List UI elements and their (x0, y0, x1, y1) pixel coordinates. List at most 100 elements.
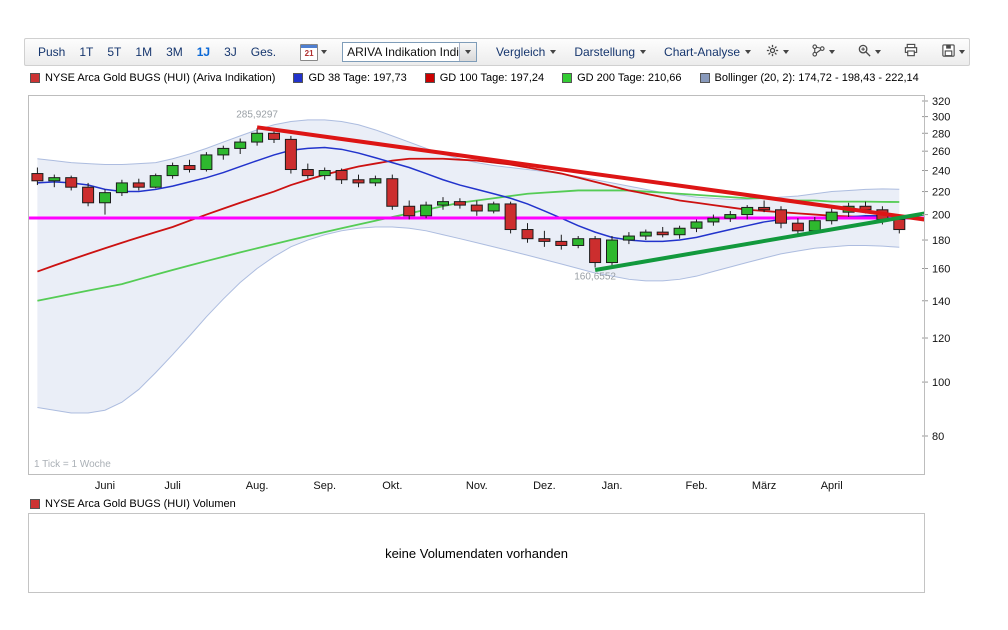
menu-chart-analyse[interactable]: Chart-Analyse (655, 43, 760, 61)
caret-down-icon (640, 50, 646, 54)
svg-text:Dez.: Dez. (533, 480, 556, 492)
legend-item-gd200: GD 200 Tage: 210,66 (562, 72, 681, 84)
svg-text:April: April (821, 480, 843, 492)
candle (894, 219, 905, 229)
candle (83, 187, 94, 203)
toolbar: Push 1T 5T 1M 3M 1J 3J Ges. 21 ARIVA Ind… (24, 38, 970, 66)
floppy-icon (941, 43, 956, 61)
caret-down-icon (745, 50, 751, 54)
price-chart[interactable]: 285,9297160,65521 Tick = 1 Woche32030028… (28, 95, 988, 495)
candle (404, 206, 415, 216)
candle (488, 204, 499, 211)
legend-swatch (293, 73, 303, 83)
candle (590, 239, 601, 263)
indicator-select-value: ARIVA Indikation Indi (343, 45, 459, 59)
svg-text:240: 240 (932, 166, 950, 178)
legend-swatch (30, 499, 40, 509)
save-button[interactable] (936, 41, 970, 63)
print-button[interactable] (898, 41, 924, 63)
candle (556, 241, 567, 245)
x-axis: JuniJuliAug.Sep.Okt.Nov.Dez.Jan.Feb.März… (95, 480, 843, 492)
legend-item-gd100: GD 100 Tage: 197,24 (425, 72, 544, 84)
timeframe-3m-button[interactable]: 3M (159, 43, 190, 61)
candle (66, 178, 77, 188)
candle (826, 212, 837, 221)
indicator-select[interactable]: ARIVA Indikation Indi (342, 42, 477, 62)
svg-text:120: 120 (932, 333, 950, 345)
timeframe-3j-button[interactable]: 3J (217, 43, 244, 61)
printer-icon (903, 43, 919, 61)
svg-text:200: 200 (932, 210, 950, 222)
candle (640, 232, 651, 236)
candle (167, 166, 178, 176)
svg-text:300: 300 (932, 112, 950, 124)
indicators-button[interactable] (806, 41, 840, 63)
candle (539, 239, 550, 242)
legend-label: NYSE Arca Gold BUGS (HUI) (Ariva Indikat… (45, 72, 275, 84)
candle (776, 210, 787, 223)
date-range-button[interactable]: 21 (295, 42, 332, 63)
svg-text:Feb.: Feb. (685, 480, 707, 492)
nodes-icon (811, 43, 826, 61)
candle (691, 222, 702, 228)
legend-swatch (700, 73, 710, 83)
timeframe-1j-button[interactable]: 1J (190, 43, 217, 61)
candle (522, 230, 533, 239)
timeframe-5t-button[interactable]: 5T (100, 43, 128, 61)
menu-vergleich-label: Vergleich (496, 45, 545, 59)
settings-button[interactable] (760, 41, 794, 63)
legend-label: GD 38 Tage: 197,73 (308, 72, 406, 84)
price-chart-area: 285,9297160,65521 Tick = 1 Woche32030028… (28, 95, 988, 500)
candle (269, 133, 280, 139)
caret-down-icon (829, 50, 835, 54)
legend-item-gd38: GD 38 Tage: 197,73 (293, 72, 406, 84)
candle (725, 215, 736, 219)
candle (438, 202, 449, 205)
candle (184, 166, 195, 170)
toolbar-icon-group (760, 41, 974, 63)
svg-text:220: 220 (932, 187, 950, 199)
chart-application: Push 1T 5T 1M 3M 1J 3J Ges. 21 ARIVA Ind… (0, 0, 1008, 630)
candle (759, 207, 770, 209)
svg-text:Juli: Juli (164, 480, 181, 492)
svg-text:Aug.: Aug. (246, 480, 269, 492)
svg-text:Jan.: Jan. (602, 480, 623, 492)
svg-text:260: 260 (932, 146, 950, 158)
zoom-button[interactable] (852, 41, 886, 63)
magnifier-icon (857, 43, 872, 61)
price-legend: NYSE Arca Gold BUGS (HUI) (Ariva Indikat… (30, 72, 919, 84)
timeframe-ges-button[interactable]: Ges. (244, 43, 283, 61)
legend-item-price: NYSE Arca Gold BUGS (HUI) (Ariva Indikat… (30, 72, 275, 84)
candle (742, 207, 753, 214)
candle (235, 142, 246, 148)
volume-panel: keine Volumendaten vorhanden (28, 513, 925, 593)
timeframe-1t-button[interactable]: 1T (72, 43, 100, 61)
timeframe-1m-button[interactable]: 1M (128, 43, 159, 61)
volume-legend: NYSE Arca Gold BUGS (HUI) Volumen (30, 498, 236, 510)
legend-label: GD 100 Tage: 197,24 (440, 72, 544, 84)
legend-label: Bollinger (20, 2): 174,72 - 198,43 - 222… (715, 72, 919, 84)
svg-text:Juni: Juni (95, 480, 115, 492)
candle (623, 236, 634, 240)
candle (336, 171, 347, 180)
push-button[interactable]: Push (31, 43, 72, 61)
y-axis: 32030028026024022020018016014012010080 (922, 96, 950, 443)
candle (116, 183, 127, 193)
candle (100, 193, 111, 203)
caret-down-icon (959, 50, 965, 54)
legend-label: GD 200 Tage: 210,66 (577, 72, 681, 84)
menu-vergleich[interactable]: Vergleich (487, 43, 565, 61)
plot-area (28, 120, 967, 413)
svg-text:80: 80 (932, 431, 944, 443)
candle (319, 171, 330, 176)
caret-down-icon (465, 50, 471, 54)
legend-item-bollinger: Bollinger (20, 2): 174,72 - 198,43 - 222… (700, 72, 919, 84)
caret-down-icon (875, 50, 881, 54)
menu-darstellung[interactable]: Darstellung (565, 43, 655, 61)
svg-text:Nov.: Nov. (466, 480, 488, 492)
calendar-icon: 21 (300, 44, 318, 61)
legend-swatch (425, 73, 435, 83)
candle (49, 178, 60, 181)
svg-text:140: 140 (932, 296, 950, 308)
candle (285, 139, 296, 169)
